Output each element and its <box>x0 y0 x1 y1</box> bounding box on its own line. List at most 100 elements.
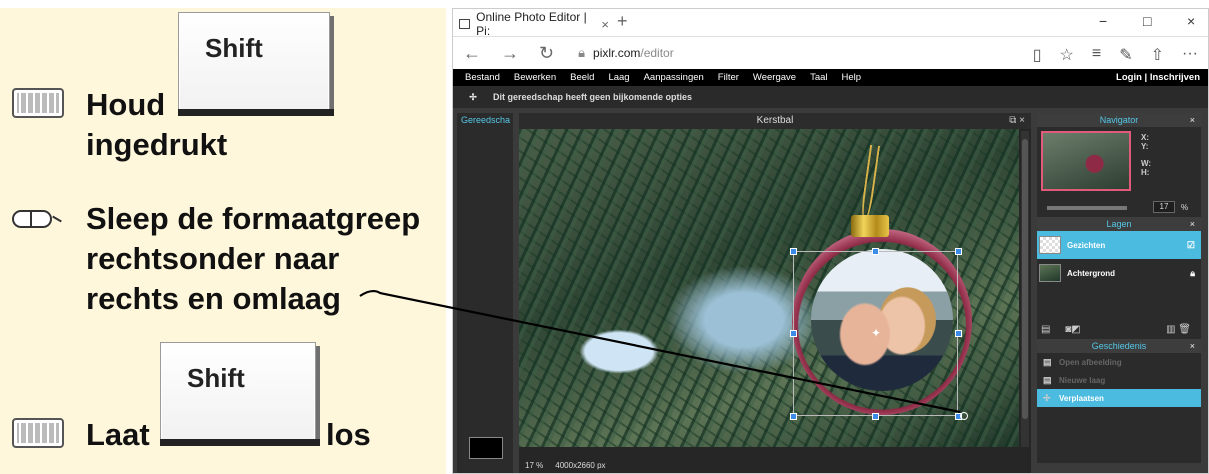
scroll-thumb[interactable] <box>1022 139 1028 419</box>
toolbox-title: Gereedscha <box>461 115 511 125</box>
menu-bewerken[interactable]: Bewerken <box>514 72 556 83</box>
layer-delete-icon[interactable]: ▥ 🗑︎ <box>1166 324 1191 335</box>
layer-visible-checkbox[interactable]: ☑ <box>1187 240 1195 251</box>
menu-beeld[interactable]: Beeld <box>570 72 594 83</box>
browser-tab[interactable]: Online Photo Editor | Pi: × <box>459 10 609 38</box>
menu-aanpassingen[interactable]: Aanpassingen <box>644 72 704 83</box>
step2-line2: rechtsonder naar <box>86 241 340 276</box>
layer-thumbnail <box>1039 264 1061 282</box>
history-item[interactable]: ✢ Verplaatsen <box>1037 389 1201 407</box>
mouse-icon <box>12 210 52 228</box>
keyboard-icon <box>12 88 64 118</box>
history-close-icon[interactable]: × <box>1190 339 1195 353</box>
history-title: Geschiedenis <box>1091 341 1147 351</box>
navigator-close-icon[interactable]: × <box>1190 113 1195 127</box>
keycap-label: Shift <box>205 33 263 63</box>
history-item[interactable]: ▤ Nieuwe laag <box>1037 371 1201 389</box>
color-swatch[interactable] <box>469 437 503 459</box>
browser-window: Online Photo Editor | Pi: × + − □ × ← → … <box>452 8 1209 474</box>
step3-word1: Laat <box>86 417 150 452</box>
web-note-icon[interactable]: ✎ <box>1119 45 1132 65</box>
layer-thumbnail <box>1039 236 1061 254</box>
keycap-label-2: Shift <box>187 363 245 393</box>
step1-word1: Houd <box>86 87 166 122</box>
layers-close-icon[interactable]: × <box>1190 217 1195 231</box>
back-button[interactable]: ← <box>463 43 481 64</box>
minimize-button[interactable]: − <box>1099 13 1107 29</box>
close-window-button[interactable]: × <box>1187 13 1195 29</box>
center-pivot-icon[interactable]: ✦ <box>870 327 882 339</box>
bauble-hanger <box>859 144 881 220</box>
lock-icon: 🔒︎ <box>578 45 586 60</box>
keyboard-icon-2 <box>12 418 64 448</box>
navigator-header: Navigator × <box>1037 113 1201 127</box>
hub-icon[interactable]: ≡ <box>1092 45 1101 65</box>
options-text: Dit gereedschap heeft geen bijkomende op… <box>493 92 693 102</box>
menu-help[interactable]: Help <box>842 72 862 83</box>
tab-bar: Online Photo Editor | Pi: × + − □ × <box>453 9 1208 38</box>
vertical-scrollbar[interactable] <box>1021 131 1029 447</box>
layer-lock-icon: 🔒︎ <box>1190 267 1195 278</box>
resize-cursor-icon <box>960 412 968 420</box>
favorite-star-icon[interactable]: ☆ <box>1060 45 1074 65</box>
menu-laag[interactable]: Laag <box>608 72 629 83</box>
move-history-icon: ✢ <box>1043 392 1051 403</box>
options-bar: ✢ Dit gereedschap heeft geen bijkomende … <box>453 86 1208 108</box>
zoom-slider[interactable] <box>1047 206 1127 210</box>
tab-title: Online Photo Editor | Pi: <box>476 10 587 38</box>
layers-panel: Gezichten ☑ Achtergrond 🔒︎ ▤ ◙◩ ▥ 🗑︎ <box>1037 231 1201 339</box>
layer-settings-icon[interactable]: ▤ <box>1041 324 1050 335</box>
layer-item[interactable]: Achtergrond 🔒︎ <box>1037 259 1201 287</box>
step1-word2: ingedrukt <box>86 127 228 162</box>
menu-taal[interactable]: Taal <box>810 72 827 83</box>
maximize-button[interactable]: □ <box>1143 13 1151 29</box>
handle-bottom-left[interactable] <box>790 413 797 420</box>
handle-top-left[interactable] <box>790 248 797 255</box>
zoom-input[interactable]: 17 <box>1153 201 1175 213</box>
layer-item[interactable]: Gezichten ☑ <box>1037 231 1201 259</box>
layers-header: Lagen × <box>1037 217 1201 231</box>
handle-bottom[interactable] <box>872 413 879 420</box>
history-header: Geschiedenis × <box>1037 339 1201 353</box>
step2-line3: rechts en omlaag <box>86 281 341 316</box>
login-link[interactable]: Login | Inschrijven <box>1116 72 1200 83</box>
tab-close-icon[interactable]: × <box>601 17 609 32</box>
new-tab-button[interactable]: + <box>617 11 628 32</box>
share-icon[interactable]: ⇧ <box>1151 45 1164 65</box>
shift-keycap-2: Shift <box>160 342 320 446</box>
side-panels: Navigator × X: Y: W: H: 17 % Lagen × Gez… <box>1037 113 1201 473</box>
handle-left[interactable] <box>790 330 797 337</box>
navigator-thumbnail[interactable] <box>1041 131 1131 191</box>
x-label: X: <box>1141 133 1149 142</box>
reading-view-icon[interactable]: ▯ <box>1033 45 1042 65</box>
history-label: Open afbeelding <box>1059 357 1122 367</box>
layer-mask-icon[interactable]: ◙◩ <box>1065 324 1081 335</box>
handle-top-right[interactable] <box>955 248 962 255</box>
refresh-button[interactable]: ↻ <box>539 43 554 64</box>
photo-canvas[interactable]: ✦ <box>519 129 1019 447</box>
status-bar: 17 % 4000x2660 px <box>519 459 1031 471</box>
handle-right[interactable] <box>955 330 962 337</box>
menu-filter[interactable]: Filter <box>718 72 739 83</box>
navigator-panel: X: Y: W: H: 17 % <box>1037 127 1201 217</box>
step2-line1: Sleep de formaatgreep <box>86 201 421 236</box>
status-zoom-value: 17 <box>525 460 534 470</box>
step3-word2: los <box>326 417 371 452</box>
history-panel: ▤ Open afbeelding ▤ Nieuwe laag ✢ Verplaats… <box>1037 353 1201 463</box>
url-field[interactable]: pixlr.com/editor <box>593 46 674 60</box>
zoom-row: 17 % <box>1041 201 1197 213</box>
menu-weergave[interactable]: Weergave <box>753 72 796 83</box>
history-item[interactable]: ▤ Open afbeelding <box>1037 353 1201 371</box>
history-label: Verplaatsen <box>1059 393 1104 403</box>
document-controls[interactable]: ⧉ × <box>1009 113 1025 129</box>
forward-button[interactable]: → <box>501 43 519 64</box>
url-path: /editor <box>640 46 674 60</box>
handle-top[interactable] <box>872 248 879 255</box>
status-zoom[interactable]: 17 % <box>525 461 543 470</box>
document-window: Kerstbal ⧉ × ✦ 17 % 4000x2660 px <box>519 113 1031 473</box>
more-icon[interactable]: ··· <box>1182 45 1198 65</box>
document-title: Kerstbal <box>756 115 794 126</box>
y-label: Y: <box>1141 142 1149 151</box>
instruction-panel: Shift Houd ingedrukt Sleep de formaatgre… <box>0 8 446 474</box>
menu-bestand[interactable]: Bestand <box>465 72 500 83</box>
